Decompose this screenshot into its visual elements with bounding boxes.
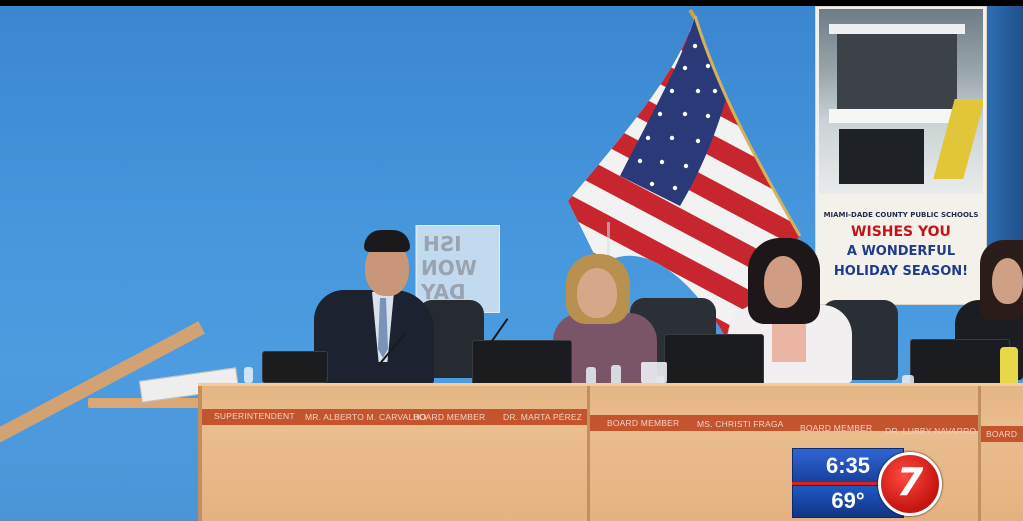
dais-seam-1	[587, 386, 590, 521]
banner-artwork	[819, 9, 983, 194]
channel-7-logo: 7	[878, 452, 942, 516]
laptop-1	[262, 351, 328, 383]
placard-4-name: DR. LUBBY NAVARRO	[885, 426, 977, 436]
placard-1-name: MR. ALBERTO M. CARVALHO	[305, 412, 427, 422]
person-perez-head	[577, 268, 617, 318]
channel-number: 7	[896, 460, 924, 504]
water-bottle-1	[244, 367, 253, 383]
placard-2-title: BOARD MEMBER	[413, 412, 486, 422]
placard-2-name: DR. MARTA PÉREZ	[503, 412, 583, 422]
reversed-sign-line-2: WON	[421, 256, 477, 280]
laptop-3	[664, 334, 764, 388]
banner-line-1: WISHES YOU	[851, 224, 951, 240]
holiday-banner: MIAMI-DADE COUNTY PUBLIC SCHOOLS WISHES …	[815, 6, 987, 305]
placard-3-title: BOARD MEMBER	[607, 418, 680, 428]
laptop-2	[472, 340, 572, 385]
station-bug: 6:35 69° 7	[792, 448, 942, 518]
placard-3-name: MS. CHRISTI FRAGA	[697, 419, 784, 429]
reversed-sign-line-1: ISH	[423, 232, 462, 256]
dais-edge-left	[198, 386, 202, 521]
placard-5-title: BOARD	[986, 429, 1018, 439]
person-fraga-head	[764, 256, 802, 308]
banner-line-2: A WONDERFUL	[846, 244, 956, 259]
placard-1-title: SUPERINTENDENT	[214, 411, 295, 421]
dais-seam-2	[978, 386, 981, 521]
person-superintendent-hair	[364, 230, 410, 252]
water-bottle-3	[611, 365, 621, 385]
broadcast-frame: MIAMI-DADE COUNTY PUBLIC SCHOOLS WISHES …	[0, 0, 1023, 521]
placard-4-title: BOARD MEMBER	[800, 423, 873, 433]
banner-org: MIAMI-DADE COUNTY PUBLIC SCHOOLS	[823, 211, 979, 219]
banner-line-3: HOLIDAY SEASON!	[833, 264, 969, 279]
person-navarro-head	[992, 258, 1023, 304]
